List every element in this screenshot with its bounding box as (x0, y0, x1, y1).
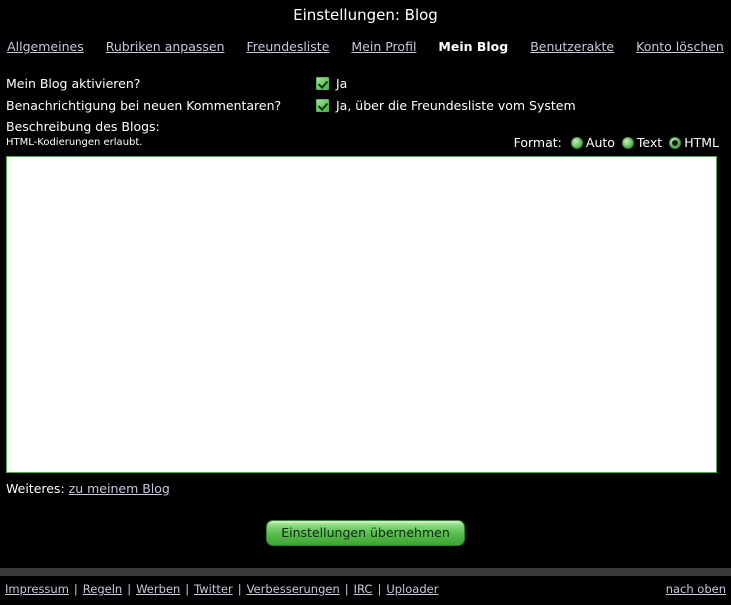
footer-link-irc[interactable]: IRC (354, 582, 373, 596)
nav-link-rubriken-anpassen[interactable]: Rubriken anpassen (106, 39, 225, 54)
label-beschreibung-des-blogs: Beschreibung des Blogs: (6, 119, 160, 134)
link-zu-meinem-blog[interactable]: zu meinem Blog (69, 481, 170, 496)
label-format: Format: (513, 135, 562, 150)
nav-link-freundesliste[interactable]: Freundesliste (247, 39, 330, 54)
hint-html-kodierungen: HTML-Kodierungen erlaubt. (6, 137, 143, 148)
radio-text-icon[interactable] (621, 137, 634, 149)
footer-separator: | (344, 582, 349, 596)
radio-label-html: HTML (684, 135, 719, 150)
weiteres-row: Weiteres: zu meinem Blog (6, 481, 731, 496)
submit-wrap: Einstellungen übernehmen (0, 520, 731, 546)
radio-auto-icon[interactable] (570, 137, 583, 149)
footer-separator: | (185, 582, 190, 596)
footer-link-verbesserungen[interactable]: Verbesserungen (247, 582, 340, 596)
form-row-benachrichtigung: Benachrichtigung bei neuen Kommentaren? … (6, 94, 725, 116)
page-title: Einstellungen: Blog (293, 6, 438, 24)
nav-link-konto-loeschen[interactable]: Konto löschen (636, 39, 724, 54)
footer-divider (0, 568, 731, 576)
footer-link-nach-oben[interactable]: nach oben (666, 582, 726, 596)
footer-link-werben[interactable]: Werben (136, 582, 180, 596)
field-benachrichtigung: Ja, über die Freundesliste vom System (316, 98, 576, 113)
description-block: Beschreibung des Blogs: HTML-Kodierungen… (0, 118, 731, 151)
footer-separator: | (127, 582, 132, 596)
nav-link-allgemeines[interactable]: Allgemeines (7, 39, 84, 54)
checkbox-label-blog-aktivieren: Ja (336, 75, 348, 91)
settings-form: Mein Blog aktivieren? Ja Benachrichtigun… (0, 72, 731, 116)
nav-link-mein-profil[interactable]: Mein Profil (351, 39, 416, 54)
radio-option-auto[interactable]: Auto (570, 135, 615, 151)
checkbox-benachrichtigung[interactable] (316, 98, 329, 112)
submit-settings-button[interactable]: Einstellungen übernehmen (266, 520, 465, 546)
nav-link-benutzerakte[interactable]: Benutzerakte (530, 39, 614, 54)
footer-link-regeln[interactable]: Regeln (83, 582, 122, 596)
blog-description-wrap (6, 156, 725, 473)
radio-option-html[interactable]: HTML (669, 135, 719, 151)
footer-separator: | (237, 582, 242, 596)
footer-link-twitter[interactable]: Twitter (194, 582, 233, 596)
format-radio-group: Format: Auto Text HTML (514, 135, 725, 151)
label-benachrichtigung: Benachrichtigung bei neuen Kommentaren? (6, 97, 282, 113)
footer-link-uploader[interactable]: Uploader (386, 582, 438, 596)
footer-separator: | (73, 582, 78, 596)
weiteres-label: Weiteres: (6, 481, 65, 496)
radio-label-auto: Auto (585, 135, 615, 150)
form-row-blog-aktivieren: Mein Blog aktivieren? Ja (6, 72, 725, 94)
label-blog-aktivieren: Mein Blog aktivieren? (6, 75, 141, 91)
checkbox-blog-aktivieren[interactable] (316, 76, 329, 90)
field-blog-aktivieren: Ja (316, 76, 347, 91)
description-subrow: HTML-Kodierungen erlaubt. Format: Auto T… (6, 135, 725, 151)
site-footer: Impressum | Regeln | Werben | Twitter | … (0, 579, 731, 599)
settings-nav: Allgemeines Rubriken anpassen Freundesli… (0, 39, 731, 56)
radio-label-text: Text (636, 135, 663, 150)
blog-description-textarea[interactable] (6, 156, 717, 473)
radio-option-text[interactable]: Text (621, 135, 663, 151)
footer-separator: | (377, 582, 382, 596)
checkbox-label-benachrichtigung: Ja, über die Freundesliste vom System (336, 97, 576, 113)
radio-html-icon[interactable] (669, 137, 682, 149)
footer-link-impressum[interactable]: Impressum (5, 582, 69, 596)
nav-link-mein-blog-active[interactable]: Mein Blog (438, 39, 508, 54)
footer-links: Impressum | Regeln | Werben | Twitter | … (5, 582, 438, 596)
